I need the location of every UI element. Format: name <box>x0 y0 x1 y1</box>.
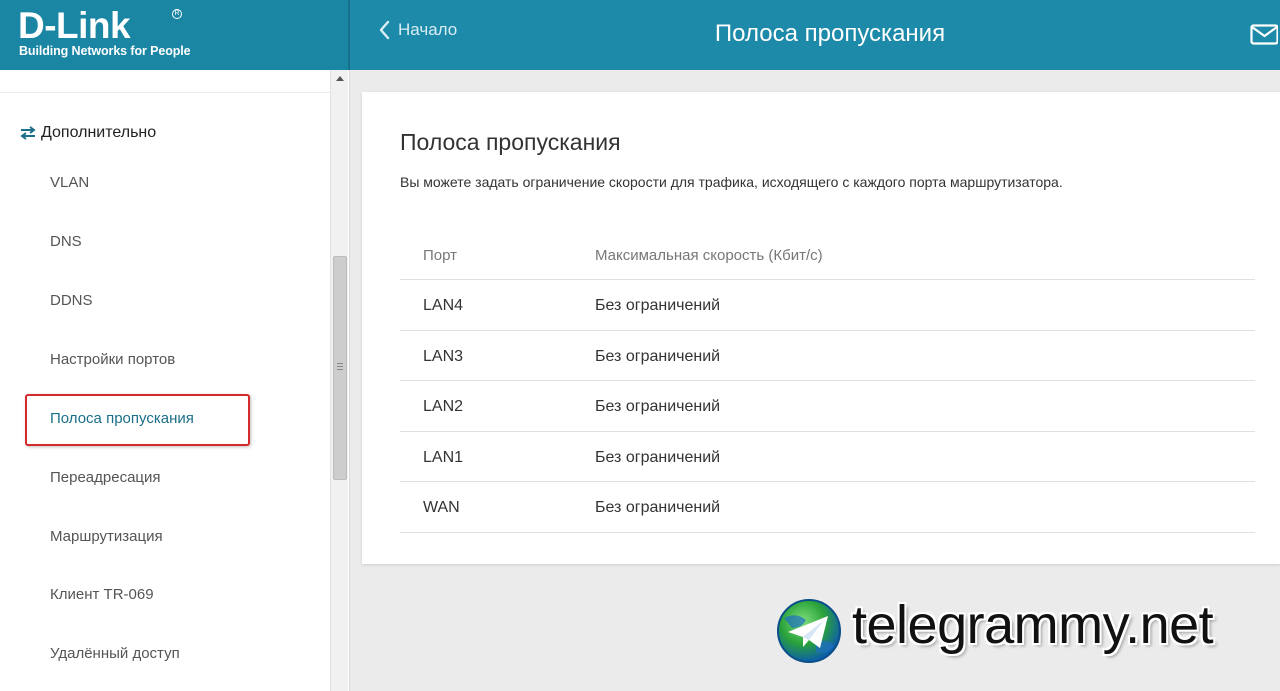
scroll-grip-icon <box>337 363 343 370</box>
speed-cell: Без ограничений <box>595 398 721 416</box>
watermark-text: telegrammy.net <box>852 595 1214 655</box>
sidebar-section-advanced[interactable]: Дополнительно <box>20 124 156 142</box>
sidebar-scrollbar[interactable] <box>330 70 348 691</box>
highlight-annotation-box <box>25 394 250 446</box>
logo-area: D-Link R Building Networks for People <box>0 0 348 70</box>
sidebar-item-ddns[interactable]: DDNS <box>50 292 93 309</box>
registered-mark-icon: R <box>172 9 182 19</box>
telegram-globe-icon <box>777 599 841 663</box>
sidebar-divider <box>0 92 330 93</box>
transfer-arrows-icon <box>20 126 36 140</box>
port-cell: LAN3 <box>423 347 464 365</box>
column-header-max-speed: Максимальная скорость (Кбит/с) <box>595 247 823 264</box>
top-header: D-Link R Building Networks for People На… <box>0 0 1280 70</box>
back-link-label: Начало <box>398 20 458 39</box>
speed-cell: Без ограничений <box>595 499 721 517</box>
page-description: Вы можете задать ограничение скорости дл… <box>400 174 1063 190</box>
sidebar-item-port-settings[interactable]: Настройки портов <box>50 351 175 368</box>
mail-icon[interactable] <box>1250 24 1278 46</box>
back-home-link[interactable]: Начало <box>378 20 457 40</box>
speed-cell: Без ограничений <box>595 448 721 466</box>
sidebar-item-port-forwarding[interactable]: Переадресация <box>50 469 161 486</box>
port-cell: WAN <box>423 499 460 517</box>
sidebar-item-routing[interactable]: Маршрутизация <box>50 528 163 545</box>
sidebar: Дополнительно VLAN DNS DDNS Настройки по… <box>0 70 350 691</box>
port-cell: LAN4 <box>423 297 464 314</box>
logo-tagline: Building Networks for People <box>19 44 191 58</box>
sidebar-item-dns[interactable]: DNS <box>50 233 82 250</box>
column-header-port: Порт <box>423 247 458 264</box>
table-row[interactable]: LAN4 Без ограничений <box>400 280 1255 331</box>
sidebar-item-remote-access[interactable]: Удалённый доступ <box>50 645 180 662</box>
bandwidth-card: Полоса пропускания Вы можете задать огра… <box>362 92 1280 564</box>
table-row[interactable]: LAN1 Без ограничений <box>400 432 1255 483</box>
sidebar-item-tr069-client[interactable]: Клиент TR-069 <box>50 586 154 603</box>
table-row[interactable]: LAN2 Без ограничений <box>400 381 1255 432</box>
table-row[interactable]: LAN3 Без ограничений <box>400 331 1255 382</box>
table-header: Порт Максимальная скорость (Кбит/с) <box>400 230 1255 280</box>
table-row[interactable]: WAN Без ограничений <box>400 482 1255 533</box>
sidebar-item-vlan[interactable]: VLAN <box>50 174 89 191</box>
page-title: Полоса пропускания <box>400 129 621 155</box>
sidebar-section-label: Дополнительно <box>41 124 157 141</box>
speed-cell: Без ограничений <box>595 347 721 365</box>
dlink-logo[interactable]: D-Link <box>18 6 131 46</box>
scrollbar-thumb[interactable] <box>333 256 347 480</box>
chevron-left-icon <box>379 20 390 40</box>
bandwidth-table: Порт Максимальная скорость (Кбит/с) LAN4… <box>400 230 1255 533</box>
header-divider <box>348 0 350 70</box>
port-cell: LAN1 <box>423 448 464 466</box>
port-cell: LAN2 <box>423 398 464 416</box>
scroll-up-arrow-icon[interactable] <box>336 76 344 81</box>
speed-cell: Без ограничений <box>595 297 721 314</box>
page-header-title: Полоса пропускания <box>714 20 946 47</box>
